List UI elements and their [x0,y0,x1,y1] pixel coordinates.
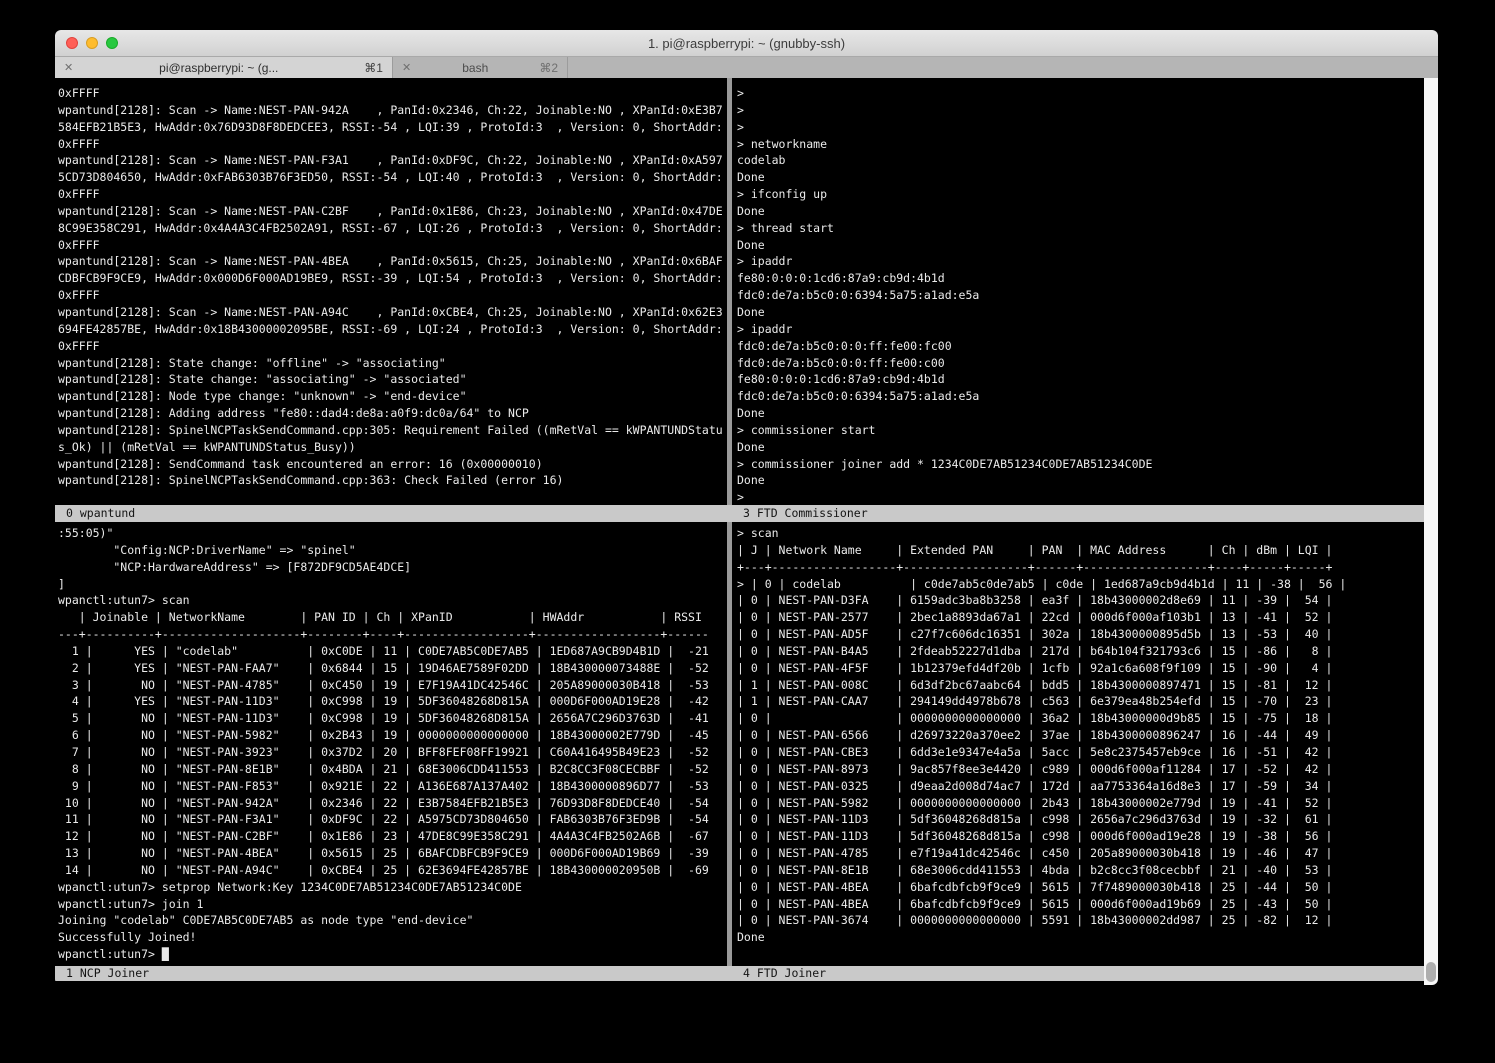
terminal-window: 1. pi@raspberrypi: ~ (gnubby-ssh) ✕ pi@r… [55,30,1438,985]
tab-bar: ✕ pi@raspberrypi: ~ (g... ⌘1 ✕ bash ⌘2 [55,57,1438,78]
tab-label: bash [462,61,488,75]
pane-status-ncp-joiner: 1 NCP Joiner [55,966,732,981]
minimize-window-button[interactable] [86,37,98,49]
close-tab-icon[interactable]: ✕ [64,61,73,74]
tmux-terminal: 0xFFFF wpantund[2128]: Scan -> Name:NEST… [55,78,1438,985]
pane-ftd-joiner-cli[interactable]: > scan | J | Network Name | Extended PAN… [737,525,1424,965]
tab-bash[interactable]: ✕ bash ⌘2 [393,57,568,78]
close-tab-icon[interactable]: ✕ [402,61,411,74]
tab-ssh-session[interactable]: ✕ pi@raspberrypi: ~ (g... ⌘1 [55,57,393,78]
scrollbar-thumb[interactable] [1426,962,1436,982]
close-window-button[interactable] [66,37,78,49]
pane-wpantund-log[interactable]: 0xFFFF wpantund[2128]: Scan -> Name:NEST… [58,85,727,505]
pane-status-ftd-commissioner: 3 FTD Commissioner [732,505,1424,522]
window-title: 1. pi@raspberrypi: ~ (gnubby-ssh) [648,36,845,51]
tab-label: pi@raspberrypi: ~ (g... [159,61,278,75]
fullscreen-window-button[interactable] [106,37,118,49]
tmux-vertical-pane-divider [727,78,732,981]
pane-status-wpantund: 0 wpantund [55,505,732,522]
pane-ncp-joiner-cli[interactable]: :55:05)" "Config:NCP:DriverName" => "spi… [58,525,727,964]
tab-shortcut: ⌘2 [539,61,558,75]
window-titlebar: 1. pi@raspberrypi: ~ (gnubby-ssh) [55,30,1438,57]
pane-ftd-commissioner-cli[interactable]: > > > > networkname codelab Done > ifcon… [737,85,1424,505]
screenshot-stage: 1. pi@raspberrypi: ~ (gnubby-ssh) ✕ pi@r… [0,0,1495,1063]
pane-status-ftd-joiner: 4 FTD Joiner [732,966,1424,981]
scrollbar[interactable] [1424,78,1438,985]
tab-shortcut: ⌘1 [364,61,383,75]
tab-bar-filler [568,57,1438,78]
traffic-lights [66,30,118,56]
